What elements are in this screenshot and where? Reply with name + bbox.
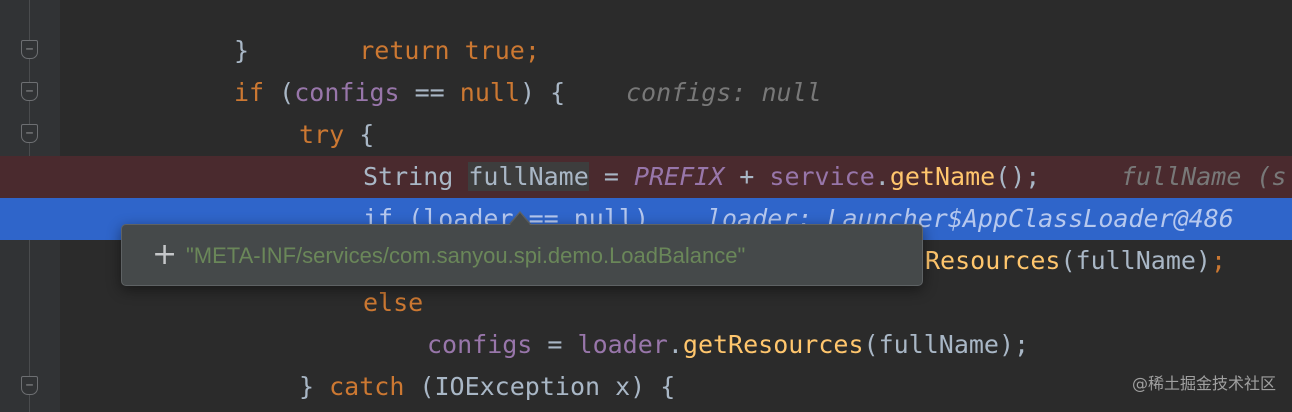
breakpoint-code-line[interactable]: String fullName = PREFIX + service.getNa… — [0, 156, 1292, 198]
keyword-if: if — [234, 78, 265, 107]
keyword-try: try — [299, 120, 345, 149]
dot: . — [874, 162, 890, 191]
method-getresources: getResources — [682, 330, 864, 359]
catch-clause: (IOException x) { — [404, 372, 676, 401]
code-line[interactable]: try { — [0, 114, 1292, 156]
operator-equals: == — [399, 78, 460, 107]
dot: . — [667, 330, 683, 359]
code-line[interactable]: if (configs == null) { configs: null — [0, 72, 1292, 114]
paren-close-brace: ) { — [520, 78, 566, 107]
assign-operator: = — [588, 162, 634, 191]
debug-value-tooltip[interactable]: + "META-INF/services/com.sanyou.spi.demo… — [121, 224, 923, 286]
variable-fullname[interactable]: fullName — [468, 162, 589, 191]
code-line[interactable]: configs = loader.getResources(fullName); — [0, 324, 1292, 366]
keyword-else: else — [363, 288, 424, 317]
closing-brace: } — [299, 372, 330, 401]
assign-operator: = — [532, 330, 578, 359]
watermark: @稀土掘金技术社区 — [1131, 374, 1276, 393]
call-parens: (); — [995, 162, 1041, 191]
call-args: (fullName) — [1060, 246, 1211, 275]
plus-operator: + — [724, 162, 770, 191]
method-getname: getName — [889, 162, 996, 191]
paren-open: ( — [264, 78, 295, 107]
tooltip-pointer-fill — [510, 213, 530, 225]
code-line[interactable]: return true; — [0, 0, 1292, 65]
code-line[interactable]: } catch (IOException x) { — [0, 366, 1292, 408]
constant-prefix: PREFIX — [633, 162, 725, 191]
variable-configs: configs — [294, 78, 400, 107]
opening-brace: { — [344, 120, 375, 149]
inline-debug-value: fullName (s — [1121, 162, 1287, 191]
type-string: String — [363, 162, 469, 191]
field-loader: loader — [577, 330, 668, 359]
call-args: (fullName); — [863, 330, 1030, 359]
closing-brace: } — [234, 36, 250, 65]
keyword-null: null — [459, 78, 521, 107]
method-getresources-fragment: Resources — [925, 246, 1061, 275]
inline-debug-value: configs: null — [626, 78, 822, 107]
semicolon: ; — [1210, 246, 1227, 275]
field-service: service — [769, 162, 875, 191]
keyword-catch: catch — [329, 372, 405, 401]
expand-plus-icon[interactable]: + — [152, 238, 177, 272]
code-line[interactable]: } — [0, 30, 1292, 72]
variable-configs: configs — [427, 330, 533, 359]
tooltip-string-value: "META-INF/services/com.sanyou.spi.demo.L… — [186, 243, 746, 268]
code-line[interactable]: else — [0, 282, 1292, 324]
